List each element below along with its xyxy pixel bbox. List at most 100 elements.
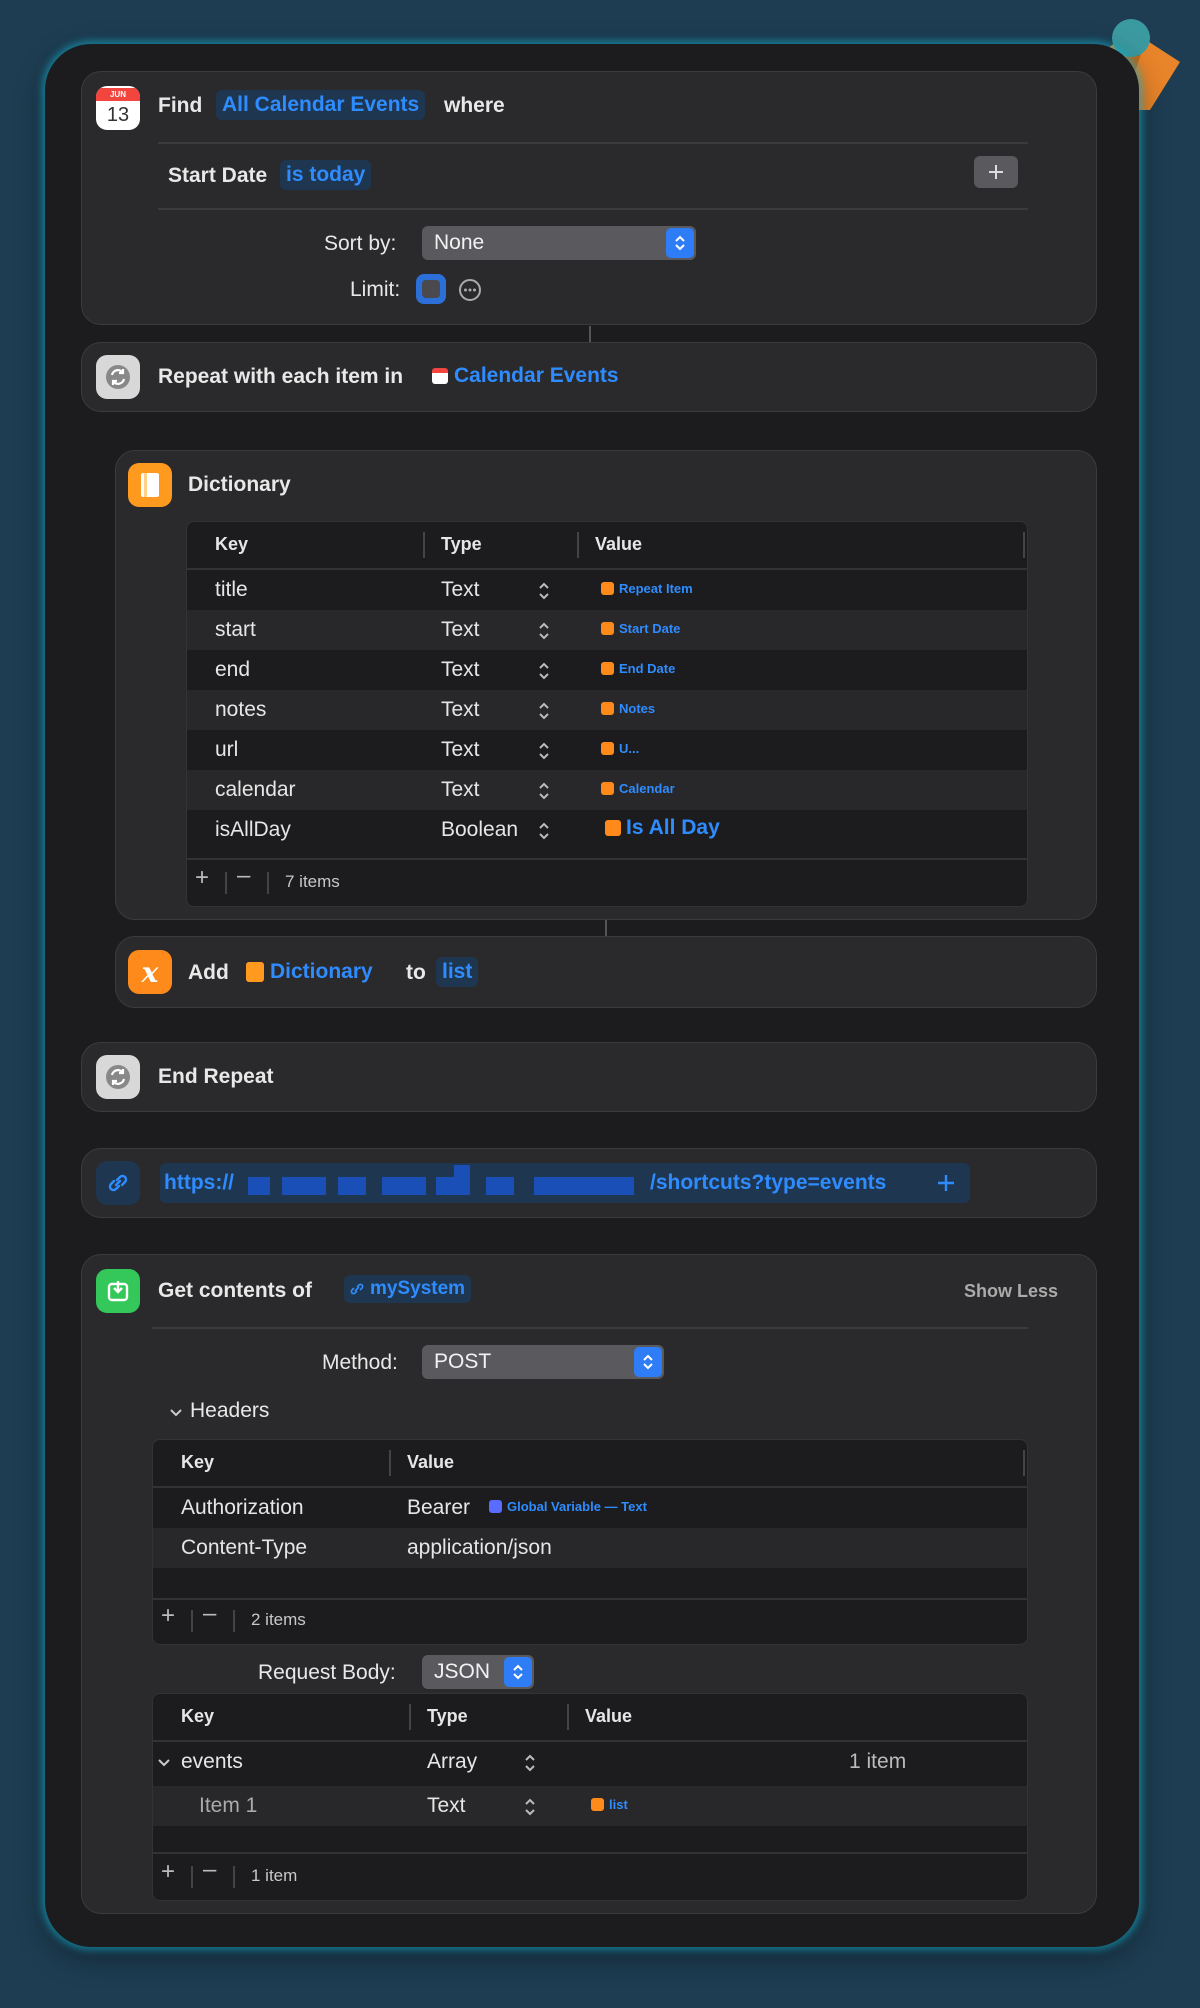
remove-row-button[interactable]: – — [237, 862, 250, 890]
row-value-token[interactable]: U... — [601, 741, 639, 756]
variable-icon — [591, 1798, 604, 1811]
table-row[interactable]: events Array 1 item — [153, 1742, 1027, 1782]
divider — [153, 1852, 1027, 1854]
add-filter-button[interactable] — [974, 156, 1018, 188]
row-type[interactable]: Text — [441, 778, 480, 802]
more-options-icon[interactable] — [458, 278, 482, 307]
row-key[interactable]: Content-Type — [181, 1536, 307, 1560]
repeat-label: Repeat with each item in — [158, 365, 404, 388]
entity-token[interactable]: All Calendar Events — [216, 90, 426, 120]
chevron-up-down-icon[interactable] — [523, 1752, 537, 1774]
variable-icon — [601, 782, 614, 795]
global-variable-token[interactable]: Global Variable — Text — [489, 1499, 647, 1514]
add-to-variable-action[interactable]: x Add Dictionary to list — [115, 936, 1097, 1008]
row-key[interactable]: end — [215, 658, 250, 682]
filter-field[interactable]: Start Date — [168, 164, 267, 188]
add-row-button[interactable]: + — [161, 1602, 175, 1630]
add-row-button[interactable]: + — [195, 864, 209, 892]
key-header: Key — [215, 534, 249, 554]
get-contents-of-url-action[interactable]: Get contents of mySystem Show Less Metho… — [81, 1254, 1097, 1914]
row-value-token[interactable]: Notes — [601, 701, 655, 716]
end-repeat-action[interactable]: End Repeat — [81, 1042, 1097, 1112]
row-type[interactable]: Array — [427, 1750, 477, 1774]
url-suffix: /shortcuts?type=events — [650, 1171, 887, 1194]
row-type[interactable]: Boolean — [441, 818, 518, 842]
row-value-token[interactable]: End Date — [601, 661, 675, 676]
row-type[interactable]: Text — [441, 578, 480, 602]
method-value: POST — [434, 1350, 492, 1373]
row-type[interactable]: Text — [441, 698, 480, 722]
chevron-up-down-icon[interactable] — [523, 1796, 537, 1818]
request-body-select[interactable]: JSON — [422, 1655, 534, 1689]
row-key[interactable]: title — [215, 578, 248, 602]
repeat-with-each-action[interactable]: Repeat with each item in Calendar Events — [81, 342, 1097, 412]
chevron-down-icon[interactable] — [157, 1756, 171, 1770]
divider — [153, 1598, 1027, 1600]
row-key[interactable]: Authorization — [181, 1496, 304, 1520]
row-key[interactable]: url — [215, 738, 238, 762]
table-row[interactable]: calendar Text Calendar — [187, 770, 1027, 810]
remove-row-button[interactable]: – — [203, 1600, 216, 1628]
row-value-token[interactable]: Repeat Item — [601, 581, 693, 596]
add-label: Add — [188, 961, 229, 984]
url-action[interactable]: https:// /shortcuts?type=events — [81, 1148, 1097, 1218]
find-label: Find — [158, 94, 203, 117]
chevron-up-down-icon[interactable] — [537, 740, 551, 762]
remove-row-button[interactable]: – — [203, 1856, 216, 1884]
row-value-prefix[interactable]: Bearer — [407, 1496, 470, 1520]
list-token[interactable]: list — [436, 957, 479, 987]
url-field[interactable]: https:// /shortcuts?type=events — [160, 1163, 970, 1203]
row-type[interactable]: Text — [441, 658, 480, 682]
row-value-token[interactable]: Calendar — [601, 781, 675, 796]
row-key[interactable]: calendar — [215, 778, 296, 802]
find-calendar-events-action[interactable]: JUN 13 Find All Calendar Events where St… — [81, 71, 1097, 325]
filter-condition-token[interactable]: is today — [280, 160, 372, 190]
table-row[interactable]: isAllDay Boolean Is All Day — [187, 810, 1027, 850]
row-key[interactable]: Item 1 — [199, 1794, 257, 1818]
calendar-icon — [432, 368, 448, 384]
show-less-button[interactable]: Show Less — [964, 1281, 1058, 1302]
row-type[interactable]: Text — [441, 618, 480, 642]
row-type[interactable]: Text — [427, 1794, 466, 1818]
row-key[interactable]: start — [215, 618, 256, 642]
dictionary-token[interactable]: Dictionary — [246, 957, 373, 987]
chevron-up-down-icon[interactable] — [537, 660, 551, 682]
request-body-label: Request Body: — [258, 1661, 396, 1684]
row-key[interactable]: notes — [215, 698, 266, 722]
row-value-token[interactable]: Is All Day — [605, 816, 720, 840]
table-row[interactable]: start Text Start Date — [187, 610, 1027, 650]
mysystem-token[interactable]: mySystem — [344, 1275, 472, 1303]
column-divider — [577, 532, 579, 558]
add-row-button[interactable]: + — [161, 1858, 175, 1886]
table-row[interactable]: Authorization Bearer Global Variable — T… — [153, 1488, 1027, 1528]
sort-label: Sort by: — [324, 232, 397, 255]
row-type[interactable]: Text — [441, 738, 480, 762]
table-row[interactable]: Item 1 Text list — [153, 1786, 1027, 1826]
column-divider — [423, 532, 425, 558]
dictionary-action[interactable]: Dictionary Key Type Value title Text Rep… — [115, 450, 1097, 920]
chevron-up-down-icon[interactable] — [537, 620, 551, 642]
chevron-up-down-icon[interactable] — [537, 700, 551, 722]
row-value[interactable]: application/json — [407, 1536, 552, 1560]
table-row[interactable]: url Text U... — [187, 730, 1027, 770]
table-row[interactable]: notes Text Notes — [187, 690, 1027, 730]
method-select[interactable]: POST — [422, 1345, 664, 1379]
variable-icon — [489, 1500, 502, 1513]
add-variable-plus-icon[interactable] — [934, 1171, 958, 1200]
limit-checkbox[interactable] — [416, 274, 446, 304]
row-key[interactable]: isAllDay — [215, 818, 291, 842]
plus-icon — [989, 165, 1003, 179]
calendar-events-token[interactable]: Calendar Events — [432, 361, 619, 391]
chevron-up-down-icon[interactable] — [537, 580, 551, 602]
chevron-up-down-icon[interactable] — [537, 820, 551, 842]
list-variable-token[interactable]: list — [591, 1797, 628, 1812]
table-row[interactable]: end Text End Date — [187, 650, 1027, 690]
variable-x-icon: x — [128, 950, 172, 994]
row-value-token[interactable]: Start Date — [601, 621, 680, 636]
where-label: where — [444, 94, 505, 117]
row-key[interactable]: events — [181, 1750, 243, 1774]
chevron-up-down-icon[interactable] — [537, 780, 551, 802]
table-row[interactable]: title Text Repeat Item — [187, 570, 1027, 610]
sort-select[interactable]: None — [422, 226, 696, 260]
table-row[interactable]: Content-Type application/json — [153, 1528, 1027, 1568]
